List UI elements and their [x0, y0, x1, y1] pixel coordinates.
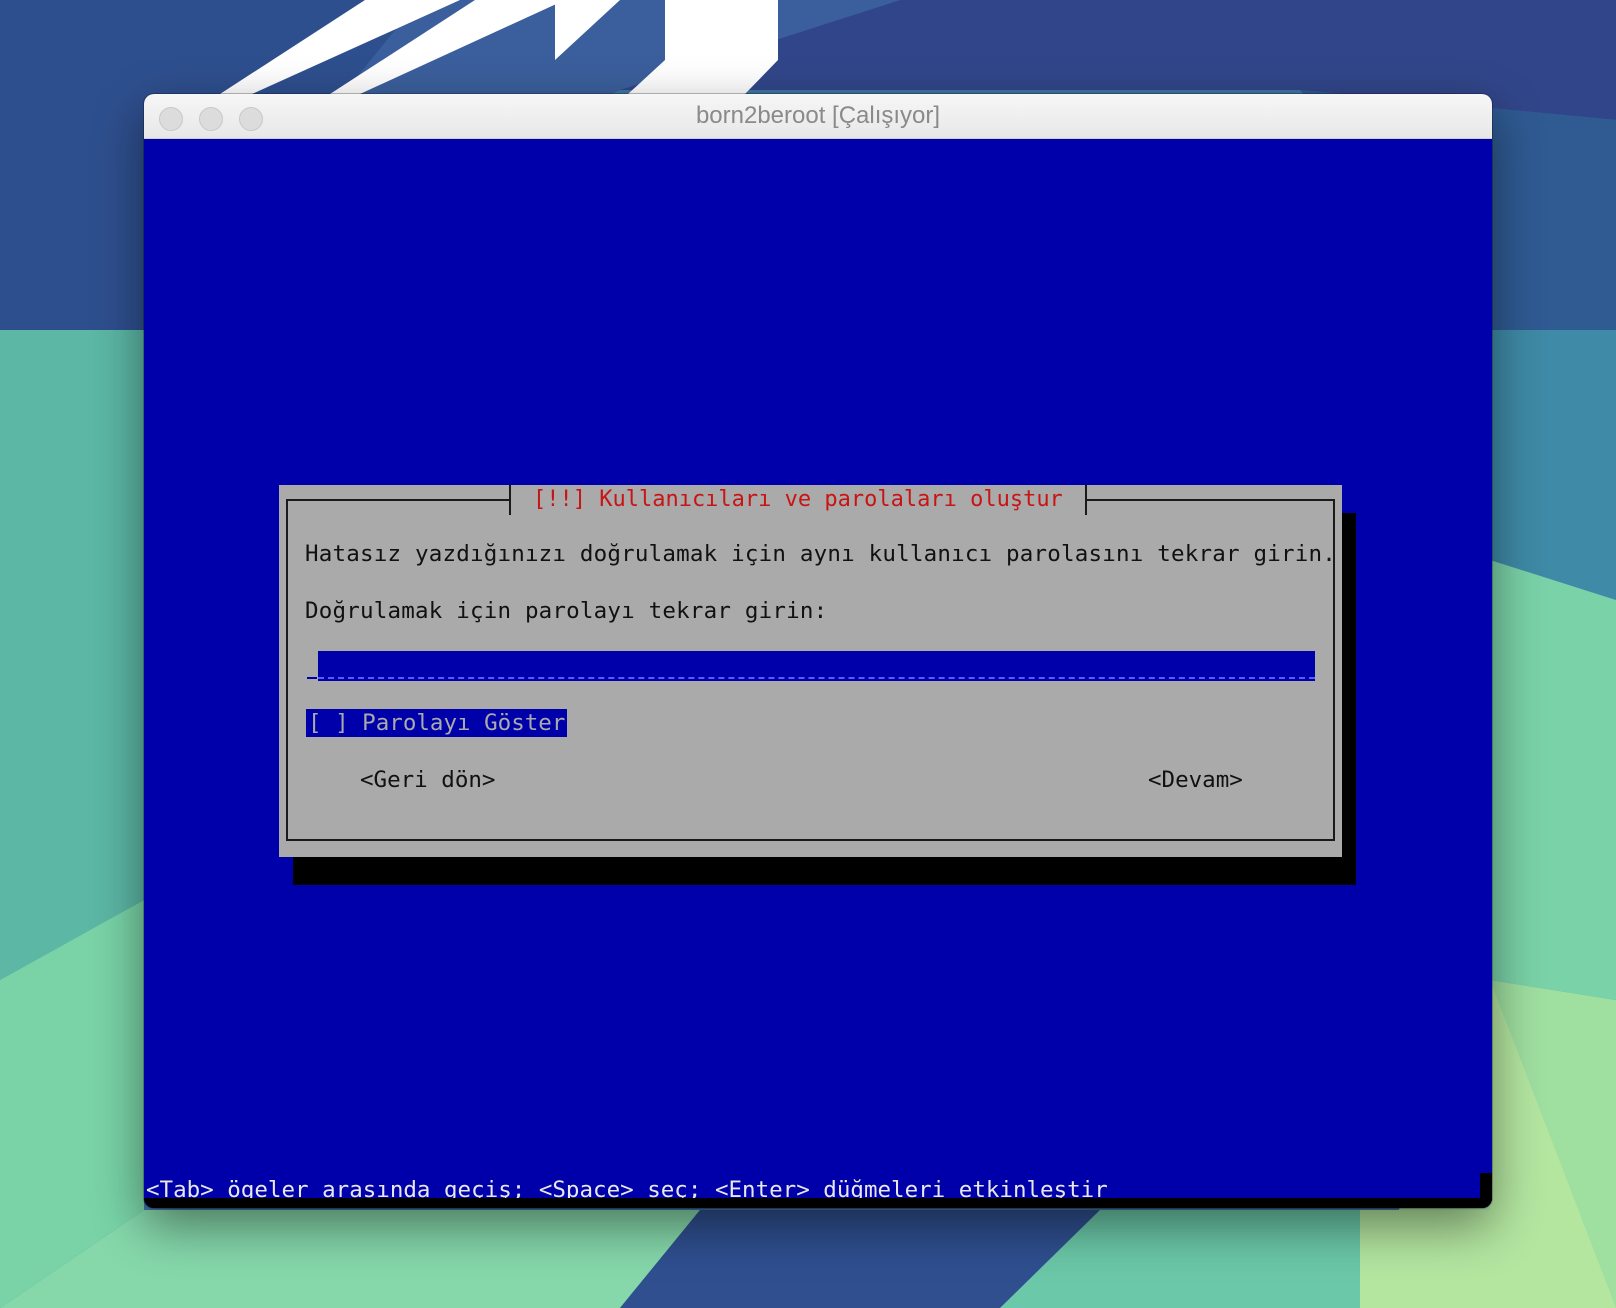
help-status-bar: <Tab> ögeler arasında geçiş; <Space> seç…: [144, 1173, 1492, 1208]
text-cursor: [307, 677, 317, 679]
window-titlebar[interactable]: born2beroot [Çalışıyor]: [144, 94, 1492, 139]
installer-dialog: [!!] Kullanıcıları ve parolaları oluştur…: [279, 485, 1342, 857]
continue-button[interactable]: <Devam>: [1148, 765, 1243, 795]
password-prompt-label: Doğrulamak için parolayı tekrar girin:: [305, 598, 828, 624]
password-field-underline: [318, 677, 1315, 679]
password-confirm-input[interactable]: [307, 651, 1315, 681]
statusbar-bottom-edge: [144, 1198, 1492, 1208]
dialog-title: [!!] Kullanıcıları ve parolaları oluştur: [509, 485, 1087, 515]
back-button[interactable]: <Geri dön>: [360, 765, 495, 795]
window-title: born2beroot [Çalışıyor]: [695, 102, 941, 129]
show-password-checkbox[interactable]: [ ] Parolayı Göster: [306, 709, 568, 737]
dialog-description: Hatasız yazdığınızı doğrulamak için aynı…: [305, 541, 1336, 567]
statusbar-right-edge: [1480, 1173, 1492, 1208]
vm-window: born2beroot [Çalışıyor] [!!] Kullanıcıla…: [144, 94, 1492, 1208]
desktop: born2beroot [Çalışıyor] [!!] Kullanıcıla…: [0, 0, 1616, 1308]
installer-screen: [!!] Kullanıcıları ve parolaları oluştur…: [144, 139, 1492, 1208]
